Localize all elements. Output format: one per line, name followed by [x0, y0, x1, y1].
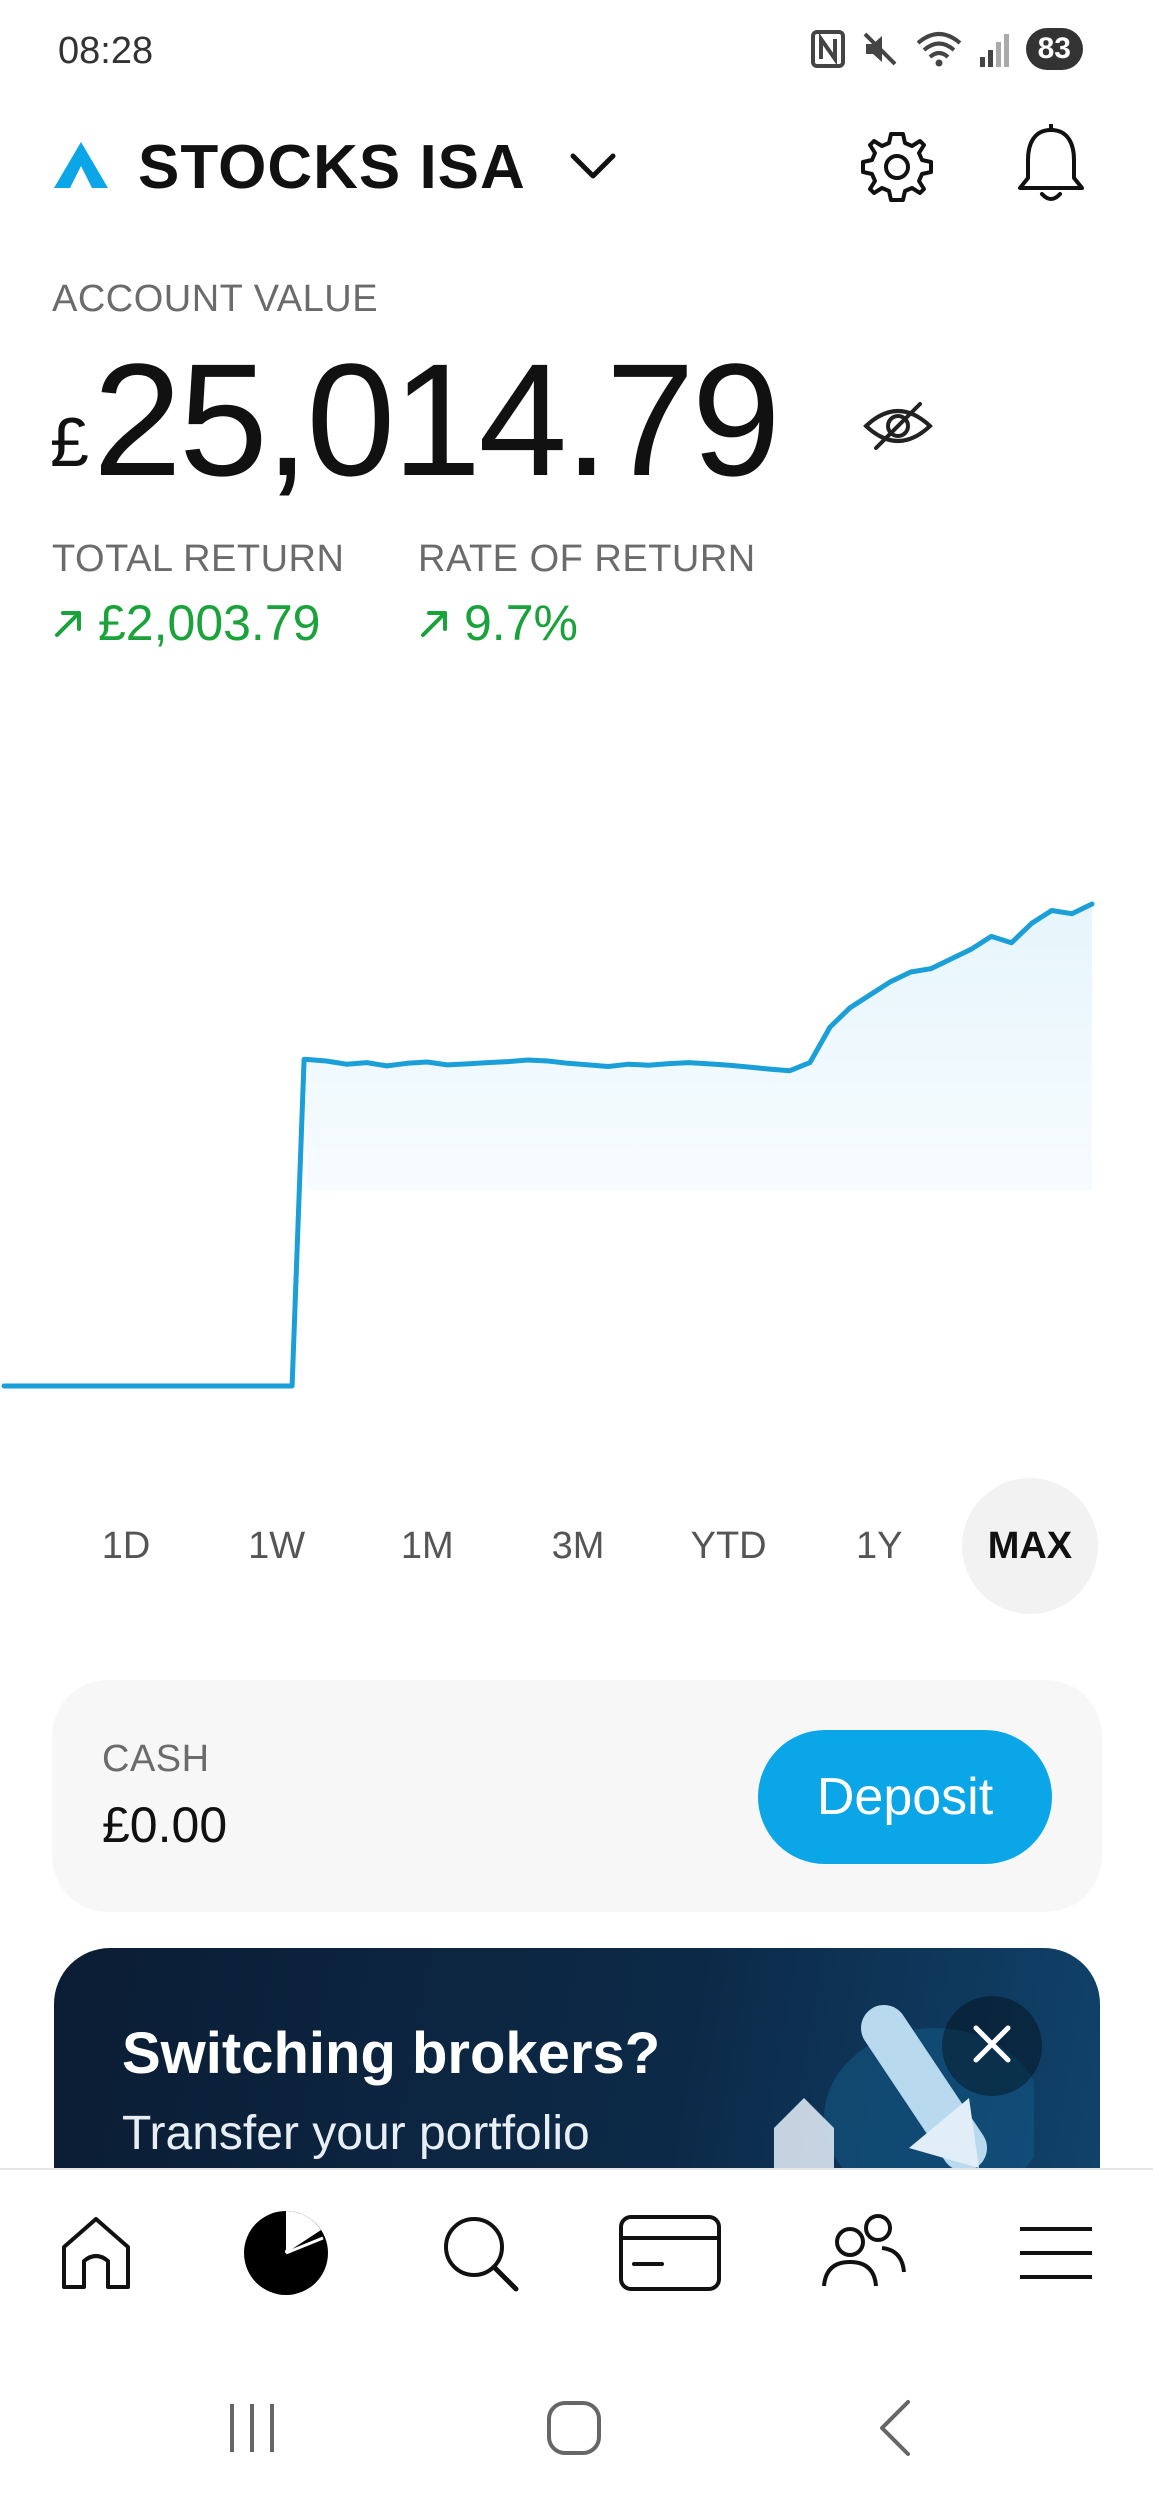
- timeframe-3m[interactable]: 3M: [510, 1478, 646, 1614]
- promo-title: Switching brokers?: [122, 2021, 661, 2086]
- mute-icon: [860, 29, 900, 69]
- chevron-down-icon[interactable]: [568, 150, 618, 189]
- home-icon: [56, 2211, 136, 2300]
- bell-icon: [1012, 123, 1090, 212]
- timeframe-ytd[interactable]: YTD: [661, 1478, 797, 1614]
- cash-card: CASH £0.00 Deposit: [52, 1680, 1102, 1912]
- hide-balance-toggle[interactable]: [862, 398, 934, 454]
- back-button[interactable]: [858, 2390, 938, 2470]
- recent-apps-icon: [222, 2398, 282, 2463]
- rate-of-return: 9.7%: [418, 594, 578, 652]
- close-icon: [970, 2022, 1014, 2071]
- status-time: 08:28: [58, 30, 154, 72]
- nav-cards[interactable]: [618, 2210, 722, 2300]
- people-icon: [816, 2212, 908, 2299]
- cash-label: CASH: [102, 1738, 210, 1780]
- currency-symbol: £: [50, 403, 89, 481]
- close-promo-button[interactable]: [942, 1996, 1042, 2096]
- brand-logo-icon: [52, 140, 110, 195]
- portfolio-icon: [241, 2208, 331, 2303]
- home-system-button[interactable]: [534, 2390, 614, 2470]
- back-icon: [868, 2398, 928, 2463]
- account-value: £ 25,014.79: [50, 330, 781, 509]
- search-icon: [438, 2211, 522, 2300]
- timeframe-max[interactable]: MAX: [961, 1478, 1098, 1614]
- nav-menu[interactable]: [1006, 2210, 1106, 2300]
- timeframe-selector: 1D 1W 1M 3M YTD 1Y MAX: [58, 1478, 1098, 1614]
- card-icon: [618, 2214, 722, 2297]
- status-icons: 83: [810, 28, 1083, 70]
- account-selector[interactable]: STOCKS ISA: [138, 132, 526, 203]
- battery-indicator: 83: [1025, 28, 1083, 70]
- system-navigation: [0, 2340, 1153, 2500]
- timeframe-1y[interactable]: 1Y: [811, 1478, 947, 1614]
- nav-home[interactable]: [46, 2210, 146, 2300]
- timeframe-1w[interactable]: 1W: [209, 1478, 345, 1614]
- eye-off-icon: [862, 402, 934, 458]
- gear-icon: [858, 132, 936, 210]
- timeframe-1d[interactable]: 1D: [58, 1478, 194, 1614]
- nav-portfolio[interactable]: [236, 2210, 336, 2300]
- promo-subtitle: Transfer your portfolio: [122, 2107, 590, 2160]
- arrow-up-right-icon: [52, 594, 84, 652]
- rate-of-return-value: 9.7%: [464, 595, 578, 651]
- total-return-value: £2,003.79: [98, 595, 321, 651]
- performance-chart[interactable]: [0, 860, 1153, 1420]
- nav-search[interactable]: [430, 2210, 530, 2300]
- home-circle-icon: [544, 2398, 604, 2463]
- status-bar: 08:28 83: [0, 0, 1153, 110]
- menu-icon: [1016, 2221, 1096, 2290]
- arrow-up-right-icon: [418, 594, 450, 652]
- recent-apps-button[interactable]: [212, 2390, 292, 2470]
- total-return-label: TOTAL RETURN: [52, 538, 345, 580]
- rate-of-return-label: RATE OF RETURN: [418, 538, 756, 580]
- bottom-navigation: [0, 2168, 1153, 2328]
- nav-people[interactable]: [812, 2210, 912, 2300]
- deposit-button[interactable]: Deposit: [758, 1730, 1052, 1864]
- cash-value: £0.00: [102, 1797, 228, 1853]
- account-value-amount: 25,014.79: [92, 330, 781, 509]
- total-return: £2,003.79: [52, 594, 320, 652]
- timeframe-1m[interactable]: 1M: [359, 1478, 495, 1614]
- account-header: STOCKS ISA: [0, 120, 1153, 210]
- signal-icon: [978, 29, 1012, 69]
- promo-banner[interactable]: Switching brokers? Transfer your portfol…: [54, 1948, 1100, 2168]
- account-value-label: ACCOUNT VALUE: [52, 278, 379, 320]
- nfc-icon: [810, 29, 846, 69]
- settings-button[interactable]: [858, 128, 936, 206]
- notifications-button[interactable]: [1012, 123, 1090, 208]
- wifi-icon: [914, 29, 964, 69]
